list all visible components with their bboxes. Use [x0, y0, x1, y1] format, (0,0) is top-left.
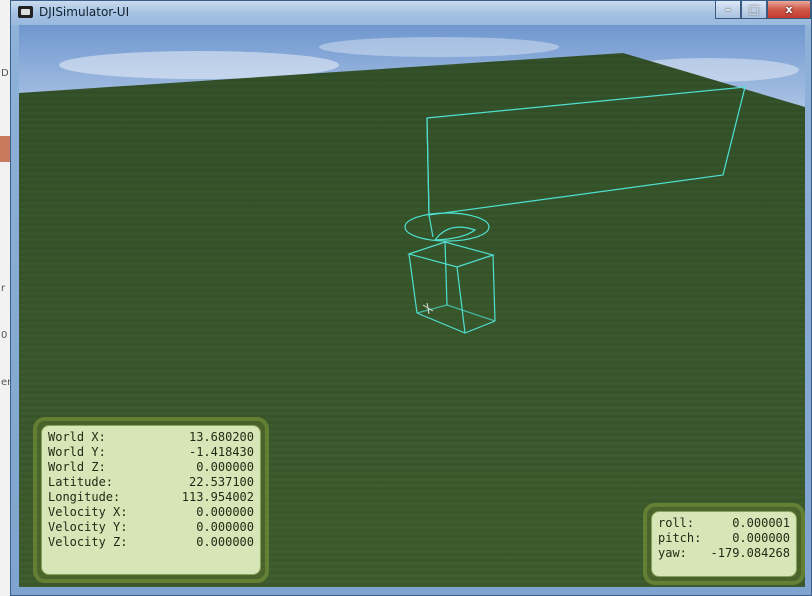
readout-label: Velocity Y:: [48, 520, 128, 534]
readout-row-world-x: World X: 13.680200: [48, 430, 254, 445]
3d-viewport[interactable]: World X: 13.680200 World Y: -1.418430 Worl…: [19, 25, 805, 587]
readout-row-yaw: yaw: -179.084268: [658, 546, 790, 561]
readout-label: yaw:: [658, 546, 687, 560]
readout-label: Velocity Z:: [48, 535, 128, 549]
readout-value: 13.680200: [188, 430, 254, 444]
readout-value: 0.000001: [732, 516, 790, 530]
cloud: [319, 37, 559, 57]
readout-value: -179.084268: [710, 546, 790, 560]
readout-value: 0.000000: [196, 505, 254, 519]
world-state-panel: World X: 13.680200 World Y: -1.418430 Worl…: [33, 417, 269, 583]
readout-row-velocity-y: Velocity Y: 0.000000: [48, 520, 254, 535]
readout-value: -1.418430: [188, 445, 254, 459]
readout-row-pitch: pitch: 0.000000: [658, 531, 790, 546]
readout-label: roll:: [658, 516, 695, 530]
readout-row-velocity-z: Velocity Z: 0.000000: [48, 535, 254, 550]
readout-value: 113.954002: [181, 490, 254, 504]
readout-label: Longitude:: [48, 490, 121, 504]
readout-row-roll: roll: 0.000001: [658, 516, 790, 531]
readout-value: 0.000000: [196, 460, 254, 474]
readout-label: World Z:: [48, 460, 106, 474]
minimize-button[interactable]: –: [715, 1, 741, 19]
readout-label: pitch:: [658, 531, 702, 545]
readout-label: Velocity X:: [48, 505, 128, 519]
maximize-button[interactable]: □: [741, 1, 767, 19]
readout-row-longitude: Longitude: 113.954002: [48, 490, 254, 505]
world-state-readout: World X: 13.680200 World Y: -1.418430 Worl…: [41, 425, 261, 575]
readout-value: 0.000000: [732, 531, 790, 545]
readout-row-latitude: Latitude: 22.537100: [48, 475, 254, 490]
readout-row-world-y: World Y: -1.418430: [48, 445, 254, 460]
window-title: DJISimulator-UI: [39, 5, 130, 19]
background-app-text: r: [1, 283, 6, 294]
readout-label: World Y:: [48, 445, 106, 459]
readout-label: Latitude:: [48, 475, 114, 489]
background-app-text: D: [1, 68, 9, 79]
readout-label: World X:: [48, 430, 106, 444]
readout-value: 0.000000: [196, 520, 254, 534]
readout-value: 0.000000: [196, 535, 254, 549]
background-app-text: 0: [1, 330, 8, 341]
attitude-panel: roll: 0.000001 pitch: 0.000000 yaw: -179.08…: [643, 503, 805, 585]
readout-row-velocity-x: Velocity X: 0.000000: [48, 505, 254, 520]
attitude-readout: roll: 0.000001 pitch: 0.000000 yaw: -179.08…: [651, 511, 797, 577]
readout-row-world-z: World Z: 0.000000: [48, 460, 254, 475]
close-button[interactable]: x: [767, 1, 811, 19]
dji-app-icon: [18, 6, 33, 18]
simulator-window: DJISimulator-UI – □ x World X: 13.680200…: [10, 0, 812, 596]
caption-buttons: – □ x: [715, 1, 811, 20]
readout-value: 22.537100: [188, 475, 254, 489]
window-titlebar[interactable]: DJISimulator-UI – □ x: [11, 1, 811, 25]
